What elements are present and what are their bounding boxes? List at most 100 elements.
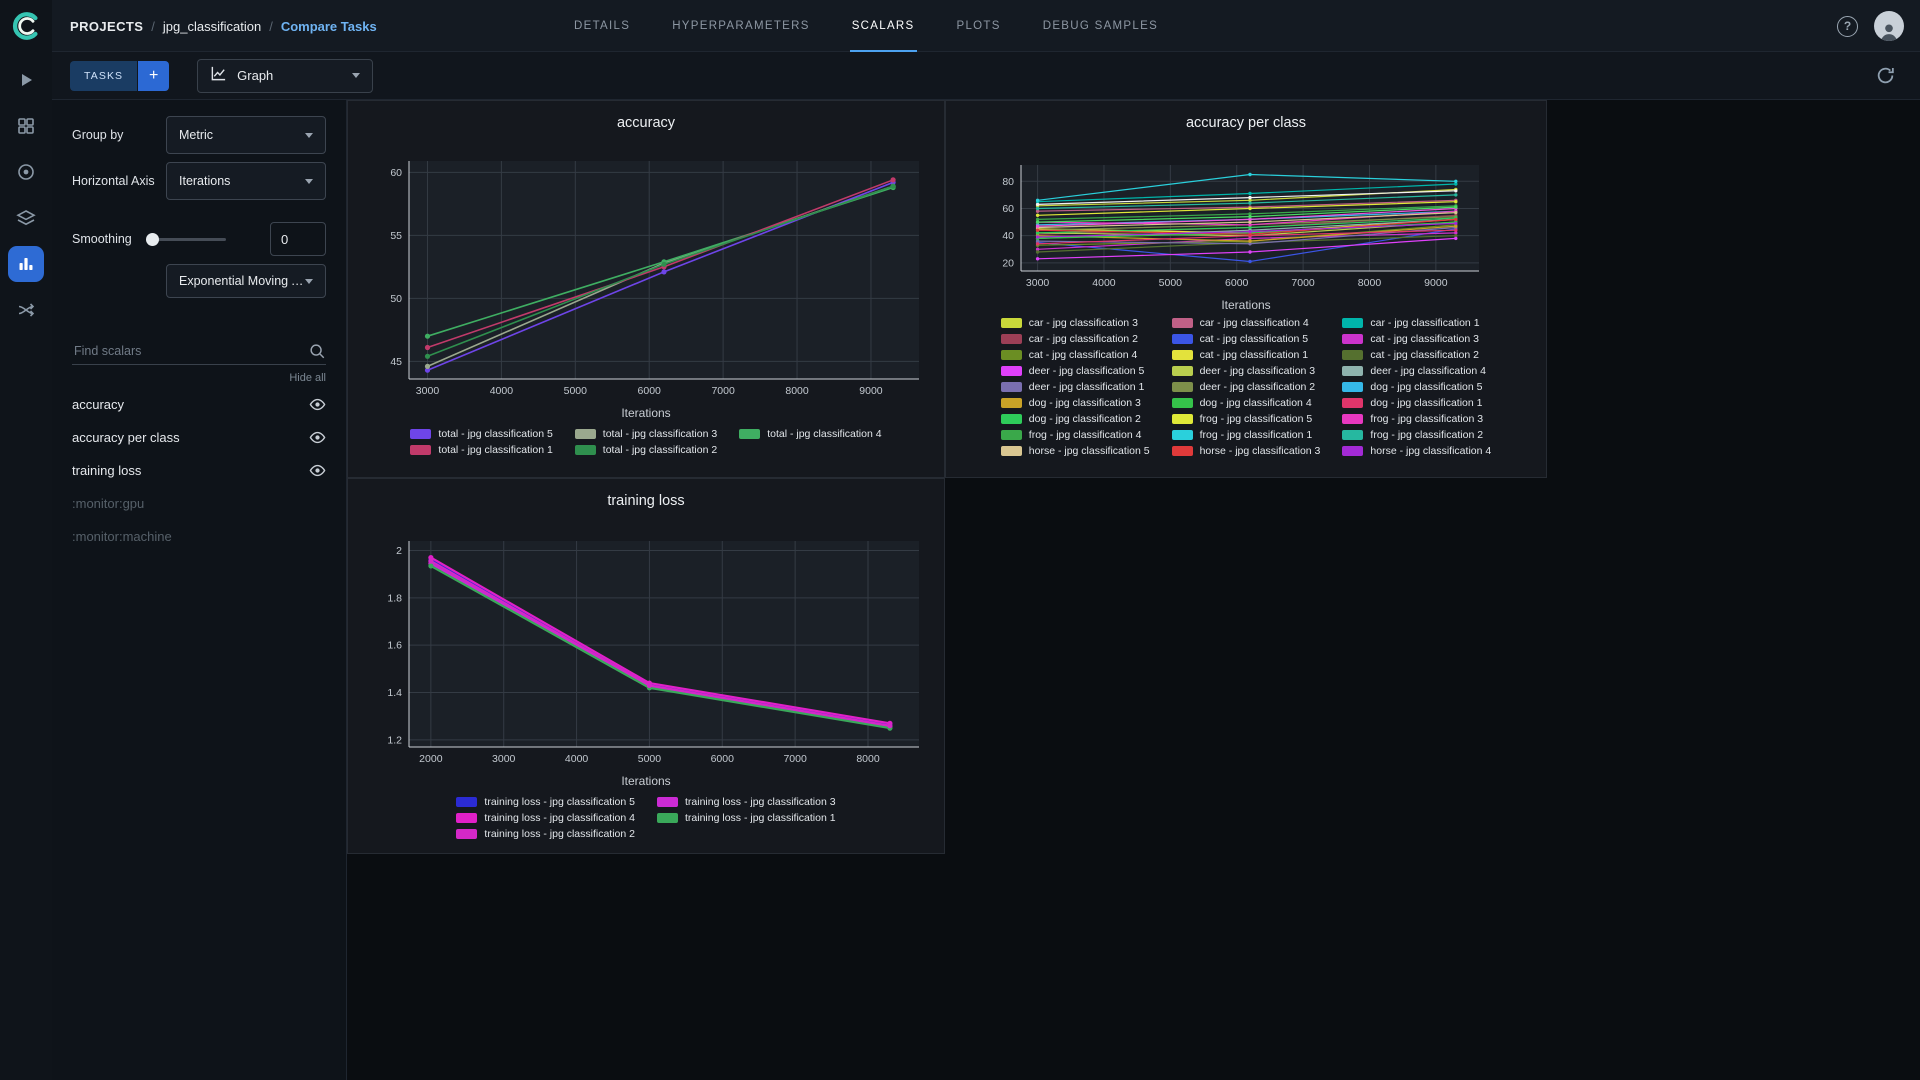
accuracy-plot[interactable]: 3000 4000 5000 6000 7000 8000 9000 45 50 55 60 [357, 141, 935, 403]
scalar-row-monitor-gpu[interactable]: :monitor:gpu [52, 487, 346, 520]
legend-item[interactable]: training loss - jpg classification 2 [456, 827, 635, 840]
legend-item[interactable]: cat - jpg classification 3 [1342, 332, 1491, 345]
group-by-select[interactable]: Metric [166, 116, 326, 154]
chart-title: accuracy [616, 115, 676, 131]
smoothing-type-select[interactable]: Exponential Moving Av... [166, 264, 326, 298]
tab-plots[interactable]: PLOTS [955, 0, 1003, 52]
nav-dashboard-icon[interactable] [8, 62, 44, 98]
legend-item[interactable]: horse - jpg classification 4 [1342, 444, 1491, 457]
nav-applications-icon[interactable] [8, 246, 44, 282]
legend-item[interactable]: dog - jpg classification 3 [1000, 396, 1150, 409]
legend-item[interactable]: deer - jpg classification 2 [1171, 380, 1321, 393]
legend-item[interactable]: deer - jpg classification 5 [1000, 364, 1150, 377]
legend-item[interactable]: car - jpg classification 4 [1171, 316, 1321, 329]
scalar-row-training-loss[interactable]: training loss [52, 454, 346, 487]
legend-item[interactable]: car - jpg classification 1 [1342, 316, 1491, 329]
legend-swatch [410, 428, 432, 439]
clearml-logo[interactable] [9, 9, 43, 43]
nav-pipelines-icon[interactable] [8, 200, 44, 236]
legend-item[interactable]: total - jpg classification 2 [574, 443, 717, 456]
accuracy-per-class-plot[interactable]: 3000 4000 5000 6000 7000 8000 9000 20 40 60 80 [957, 141, 1535, 295]
group-by-label: Group by [72, 128, 124, 142]
help-icon[interactable]: ? [1837, 15, 1858, 37]
legend-swatch [1171, 445, 1193, 456]
auto-refresh-icon[interactable] [1875, 65, 1896, 86]
slider-thumb[interactable] [145, 233, 159, 246]
scalar-row-accuracy-per-class[interactable]: accuracy per class [52, 421, 346, 454]
legend-item[interactable]: frog - jpg classification 2 [1342, 428, 1491, 441]
view-type-value: Graph [237, 68, 274, 83]
legend-item[interactable]: frog - jpg classification 1 [1171, 428, 1321, 441]
legend-item[interactable]: total - jpg classification 3 [574, 427, 717, 440]
legend-item[interactable]: frog - jpg classification 4 [1000, 428, 1150, 441]
visibility-eye-icon[interactable] [309, 464, 326, 477]
legend-item[interactable]: dog - jpg classification 1 [1342, 396, 1491, 409]
legend-item[interactable]: frog - jpg classification 3 [1342, 412, 1491, 425]
legend-item[interactable]: dog - jpg classification 2 [1000, 412, 1150, 425]
legend-item[interactable]: dog - jpg classification 4 [1171, 396, 1321, 409]
legend-item[interactable]: horse - jpg classification 3 [1171, 444, 1320, 457]
hide-all-link[interactable]: Hide all [289, 372, 326, 384]
tab-debug-samples[interactable]: DEBUG SAMPLES [1041, 0, 1160, 52]
nav-projects-icon[interactable] [8, 108, 44, 144]
legend-swatch [1171, 429, 1193, 440]
search-icon[interactable] [308, 342, 326, 365]
scalar-row-monitor-machine[interactable]: :monitor:machine [52, 520, 346, 553]
legend-swatch [456, 828, 478, 839]
visibility-eye-icon[interactable] [309, 431, 326, 444]
legend-swatch [1342, 429, 1364, 440]
legend-item[interactable]: cat - jpg classification 4 [1000, 348, 1150, 361]
add-task-button[interactable]: + [138, 60, 170, 91]
chart-title: accuracy per class [1185, 115, 1307, 131]
legend-item[interactable]: cat - jpg classification 2 [1342, 348, 1491, 361]
legend-item[interactable]: horse - jpg classification 1 [1000, 460, 1150, 462]
scalar-row-accuracy[interactable]: accuracy [52, 388, 346, 421]
legend-item[interactable]: total - jpg classification 4 [739, 427, 882, 440]
legend-item[interactable]: frog - jpg classification 5 [1171, 412, 1321, 425]
tab-details[interactable]: DETAILS [572, 0, 632, 52]
breadcrumb: PROJECTS / jpg_classification / Compare … [70, 0, 377, 52]
legend-swatch [1342, 365, 1364, 376]
horizontal-axis-select[interactable]: Iterations [166, 162, 326, 200]
tab-hyperparameters[interactable]: HYPERPARAMETERS [670, 0, 812, 52]
legend-item[interactable]: dog - jpg classification 5 [1342, 380, 1491, 393]
svg-text:4000: 4000 [490, 385, 514, 397]
visibility-eye-icon[interactable] [309, 398, 326, 411]
find-scalars-input[interactable] [72, 338, 326, 365]
legend-item[interactable]: cat - jpg classification 1 [1171, 348, 1321, 361]
user-avatar[interactable] [1874, 11, 1904, 41]
legend-item[interactable]: plane - jpg classification 5 [1342, 460, 1491, 462]
legend-item[interactable]: horse - jpg classification 5 [1000, 444, 1150, 457]
breadcrumb-projects[interactable]: PROJECTS [70, 19, 143, 34]
legend-item[interactable]: car - jpg classification 2 [1000, 332, 1150, 345]
legend-item[interactable]: car - jpg classification 3 [1000, 316, 1150, 329]
smoothing-slider[interactable] [145, 232, 226, 246]
legend-item[interactable]: deer - jpg classification 4 [1342, 364, 1491, 377]
legend-item[interactable]: training loss - jpg classification 5 [456, 795, 635, 808]
tasks-button[interactable]: TASKS [70, 60, 138, 91]
legend-item[interactable]: horse - jpg classification 2 [1171, 460, 1320, 462]
svg-text:3000: 3000 [416, 385, 440, 397]
view-type-select[interactable]: Graph [197, 58, 374, 93]
legend-swatch [1000, 461, 1022, 462]
accuracy-chart-panel: accuracy 3000 4000 5000 6000 7000 8000 9000 45 5… [347, 100, 945, 478]
smoothing-value-input[interactable] [270, 222, 326, 256]
breadcrumb-project-name[interactable]: jpg_classification [163, 19, 261, 34]
legend-item[interactable]: training loss - jpg classification 4 [456, 811, 635, 824]
svg-text:50: 50 [390, 293, 402, 305]
svg-text:8000: 8000 [785, 385, 809, 397]
nav-workers-icon[interactable] [8, 292, 44, 328]
svg-text:6000: 6000 [711, 753, 735, 765]
legend-item[interactable]: training loss - jpg classification 1 [657, 811, 836, 824]
legend-item[interactable]: training loss - jpg classification 3 [657, 795, 836, 808]
nav-datasets-icon[interactable] [8, 154, 44, 190]
legend-item[interactable]: total - jpg classification 5 [410, 427, 553, 440]
svg-text:4000: 4000 [565, 753, 589, 765]
legend-item[interactable]: cat - jpg classification 5 [1171, 332, 1321, 345]
legend-item[interactable]: total - jpg classification 1 [410, 443, 553, 456]
task-tabs: DETAILS HYPERPARAMETERS SCALARS PLOTS DE… [572, 0, 1160, 52]
legend-item[interactable]: deer - jpg classification 1 [1000, 380, 1150, 393]
training-loss-plot[interactable]: 2000 3000 4000 5000 6000 7000 8000 1.2 1.4 1.6 1.8… [357, 519, 935, 771]
tab-scalars[interactable]: SCALARS [849, 0, 917, 52]
legend-item[interactable]: deer - jpg classification 3 [1171, 364, 1321, 377]
